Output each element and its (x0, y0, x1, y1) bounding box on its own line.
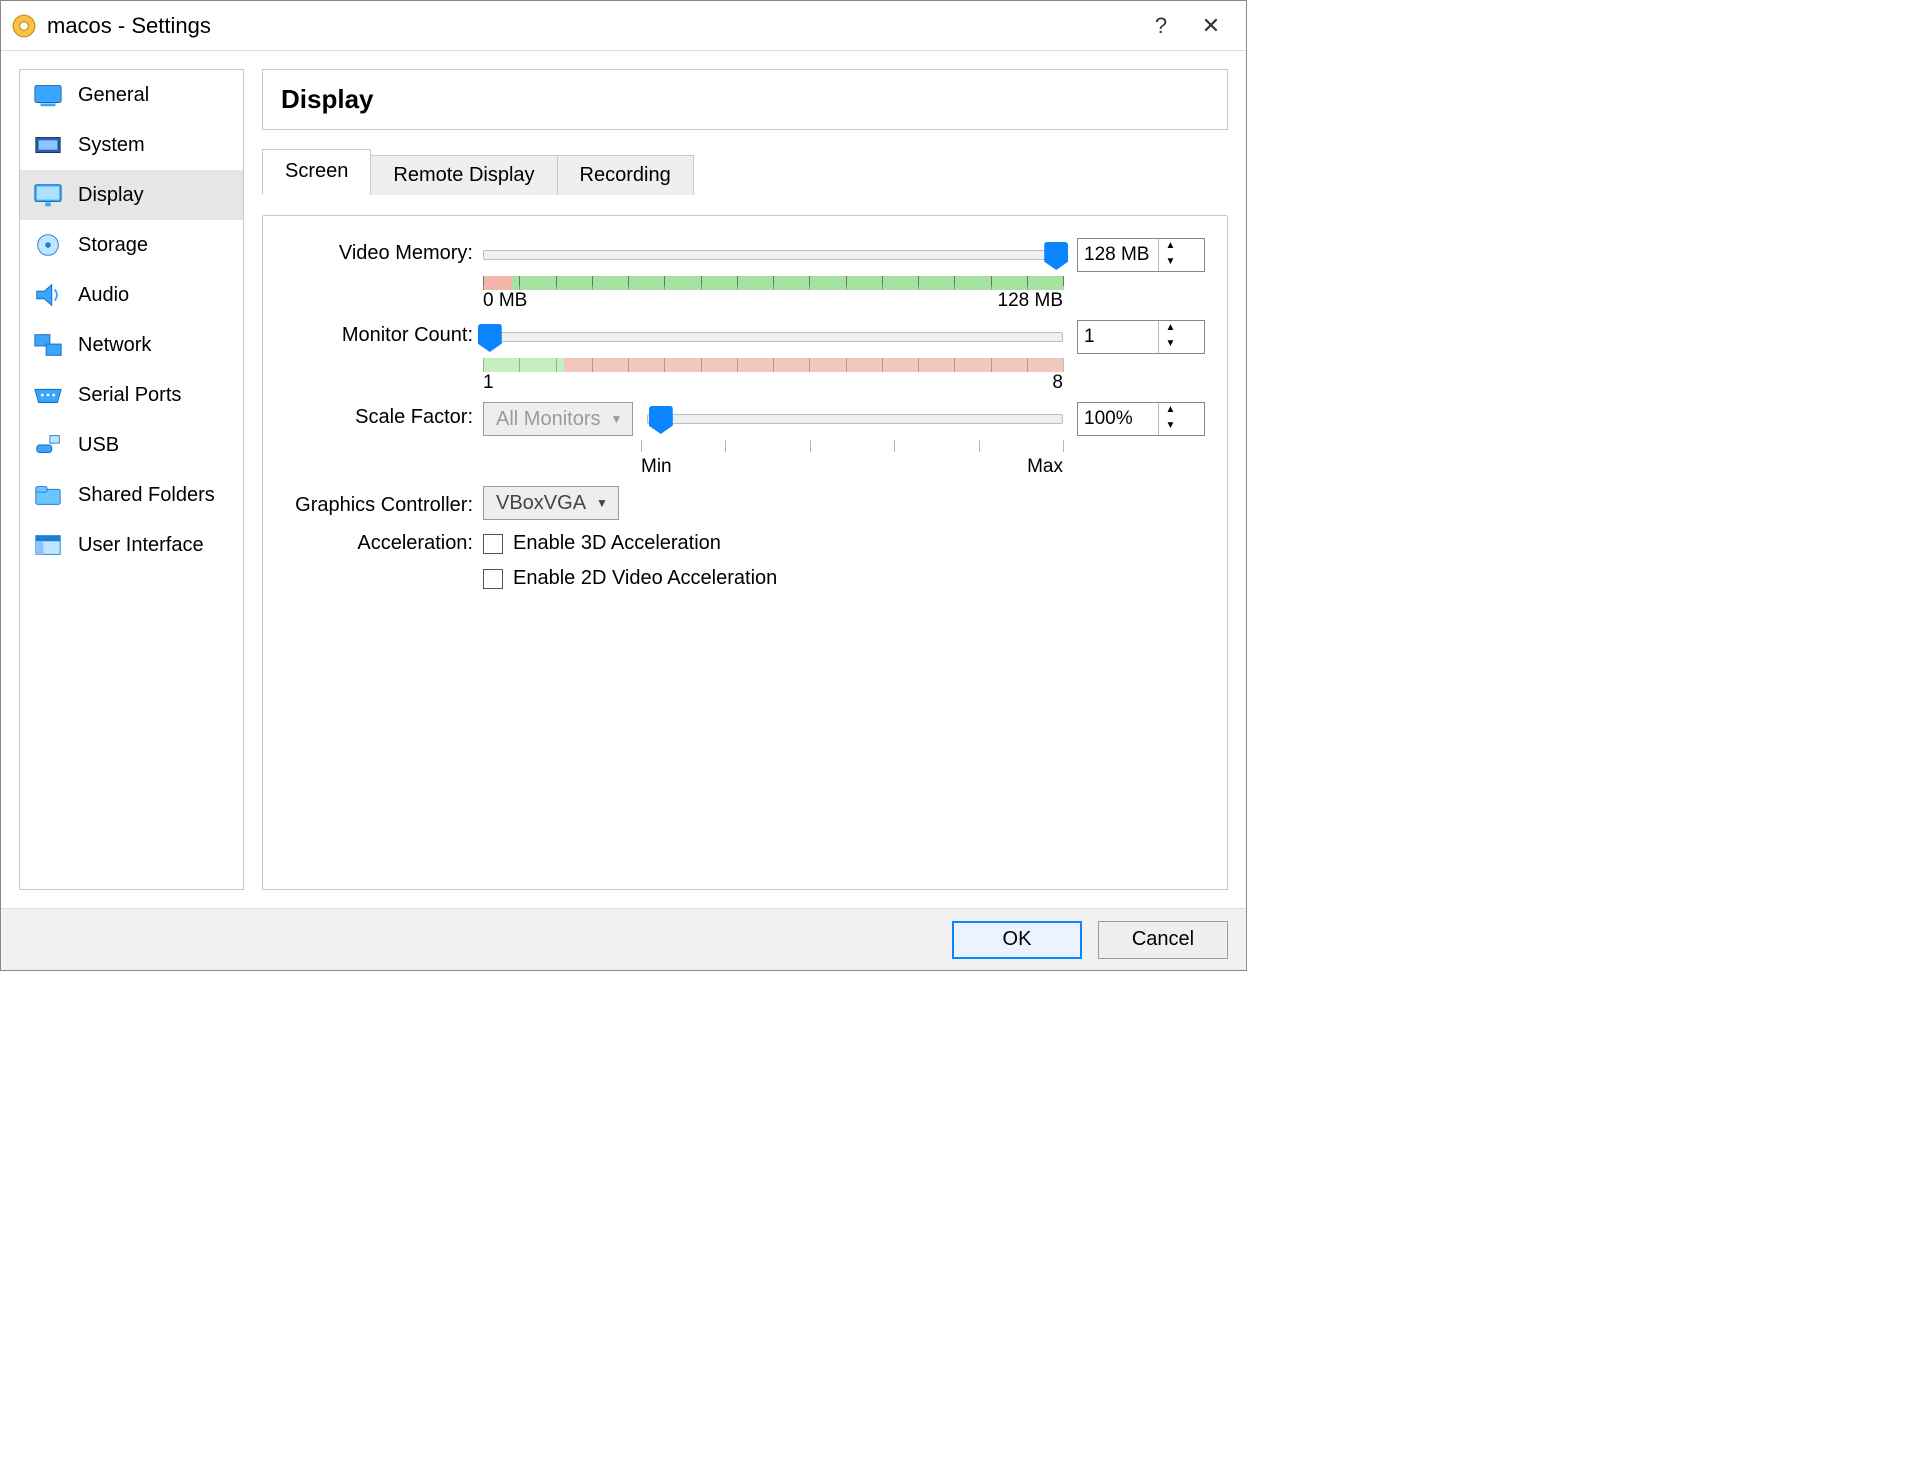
scale-factor-value[interactable] (1078, 408, 1158, 430)
main-panel: Display Screen Remote Display Recording … (262, 69, 1228, 890)
titlebar: macos - Settings ? ✕ (1, 1, 1246, 51)
display-icon (30, 180, 66, 210)
gear-icon (11, 13, 37, 39)
scale-max: 8 (1052, 372, 1063, 394)
sidebar-item-serial-ports[interactable]: Serial Ports (20, 370, 243, 420)
sidebar-item-audio[interactable]: Audio (20, 270, 243, 320)
slider-thumb[interactable] (478, 324, 502, 352)
sidebar-item-network[interactable]: Network (20, 320, 243, 370)
page-heading: Display (262, 69, 1228, 130)
scale-max: 128 MB (998, 290, 1063, 312)
button-label: OK (1003, 928, 1032, 950)
monitor-count-value[interactable] (1078, 326, 1158, 348)
checkbox-enable-3d[interactable] (483, 534, 503, 554)
row-monitor-count: Monitor Count: ▲▼ (273, 320, 1205, 394)
label-graphics-controller: Graphics Controller: (273, 490, 483, 517)
sidebar: General System Display Storage Audio Net… (19, 69, 244, 890)
scale-max: Max (1027, 456, 1063, 478)
general-icon (30, 80, 66, 110)
chevron-down-icon: ▼ (610, 412, 622, 426)
tab-recording[interactable]: Recording (557, 155, 694, 195)
sidebar-item-user-interface[interactable]: User Interface (20, 520, 243, 570)
tab-screen[interactable]: Screen (262, 149, 371, 195)
spin-up[interactable]: ▲ (1159, 321, 1182, 337)
spin-down[interactable]: ▼ (1159, 337, 1182, 353)
slider-thumb[interactable] (1044, 242, 1068, 270)
checkbox-label: Enable 3D Acceleration (513, 532, 721, 555)
slider-video-memory[interactable] (483, 250, 1063, 260)
tab-remote-display[interactable]: Remote Display (370, 155, 557, 195)
page-heading-text: Display (281, 84, 374, 114)
sidebar-item-label: User Interface (78, 534, 204, 557)
body: General System Display Storage Audio Net… (1, 51, 1246, 908)
tab-label: Screen (285, 160, 348, 182)
row-acceleration: Acceleration: Enable 3D Acceleration Ena… (273, 528, 1205, 594)
sidebar-item-usb[interactable]: USB (20, 420, 243, 470)
checkbox-enable-2d[interactable] (483, 569, 503, 589)
help-button[interactable]: ? (1136, 13, 1186, 39)
spin-up[interactable]: ▲ (1159, 239, 1182, 255)
sidebar-item-label: Audio (78, 284, 129, 307)
row-video-memory: Video Memory: ▲▼ (273, 238, 1205, 312)
scale-min: 1 (483, 372, 494, 394)
row-graphics-controller: Graphics Controller: VBoxVGA ▼ (273, 486, 1205, 520)
combo-value: All Monitors (496, 408, 600, 431)
slider-monitor-count[interactable] (483, 332, 1063, 342)
sidebar-item-storage[interactable]: Storage (20, 220, 243, 270)
sidebar-item-label: Serial Ports (78, 384, 181, 407)
sidebar-item-label: USB (78, 434, 119, 457)
sidebar-item-shared-folders[interactable]: Shared Folders (20, 470, 243, 520)
spin-down[interactable]: ▼ (1159, 255, 1182, 271)
settings-window: macos - Settings ? ✕ General System Disp… (0, 0, 1247, 971)
sidebar-item-label: General (78, 84, 149, 107)
sidebar-item-label: System (78, 134, 145, 157)
spinbox-scale-factor[interactable]: ▲▼ (1077, 402, 1205, 436)
spin-up[interactable]: ▲ (1159, 403, 1182, 419)
sidebar-item-label: Storage (78, 234, 148, 257)
video-memory-value[interactable] (1078, 244, 1158, 266)
close-button[interactable]: ✕ (1186, 13, 1236, 39)
tab-label: Remote Display (393, 164, 534, 186)
network-icon (30, 330, 66, 360)
user-interface-icon (30, 530, 66, 560)
sidebar-item-system[interactable]: System (20, 120, 243, 170)
serial-ports-icon (30, 380, 66, 410)
cancel-button[interactable]: Cancel (1098, 921, 1228, 959)
scale-min: Min (641, 456, 672, 478)
button-label: Cancel (1132, 928, 1194, 950)
spinbox-video-memory[interactable]: ▲▼ (1077, 238, 1205, 272)
tab-bar: Screen Remote Display Recording (262, 149, 1228, 195)
scale-min: 0 MB (483, 290, 527, 312)
slider-thumb[interactable] (649, 406, 673, 434)
tab-label: Recording (580, 164, 671, 186)
sidebar-item-label: Network (78, 334, 151, 357)
usb-icon (30, 430, 66, 460)
label-video-memory: Video Memory: (273, 238, 483, 265)
system-icon (30, 130, 66, 160)
combo-scale-monitors[interactable]: All Monitors ▼ (483, 402, 633, 436)
window-title: macos - Settings (47, 13, 211, 39)
audio-icon (30, 280, 66, 310)
dialog-footer: OK Cancel (1, 908, 1246, 970)
label-scale-factor: Scale Factor: (273, 402, 483, 429)
storage-icon (30, 230, 66, 260)
checkbox-label: Enable 2D Video Acceleration (513, 567, 777, 590)
combo-value: VBoxVGA (496, 492, 586, 515)
sidebar-item-display[interactable]: Display (20, 170, 243, 220)
row-scale-factor: Scale Factor: All Monitors ▼ (273, 402, 1205, 478)
label-acceleration: Acceleration: (273, 528, 483, 555)
shared-folders-icon (30, 480, 66, 510)
label-monitor-count: Monitor Count: (273, 320, 483, 347)
spinbox-monitor-count[interactable]: ▲▼ (1077, 320, 1205, 354)
combo-graphics-controller[interactable]: VBoxVGA ▼ (483, 486, 619, 520)
spin-down[interactable]: ▼ (1159, 419, 1182, 435)
tab-content: Video Memory: ▲▼ (262, 216, 1228, 890)
sidebar-item-label: Shared Folders (78, 484, 215, 507)
chevron-down-icon: ▼ (596, 496, 608, 510)
sidebar-item-general[interactable]: General (20, 70, 243, 120)
ok-button[interactable]: OK (952, 921, 1082, 959)
sidebar-item-label: Display (78, 184, 144, 207)
slider-scale-factor[interactable] (647, 414, 1063, 424)
